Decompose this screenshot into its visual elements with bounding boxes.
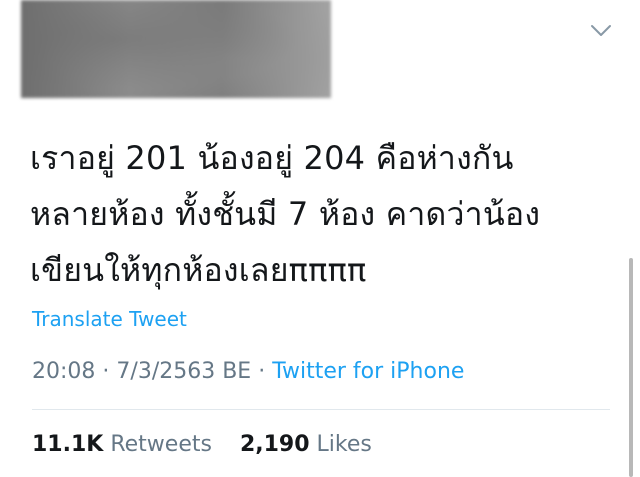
likes-count: 2,190 [239, 432, 310, 457]
tweet-text-line: หลายห้อง ทั้งชั้นมี 7 ห้อง คาดว่าน้อง [30, 195, 541, 233]
likes-label: Likes [316, 432, 372, 457]
translate-tweet-link[interactable]: Translate Tweet [32, 305, 187, 333]
tweet-metadata: 20:08 · 7/3/2563 BE · Twitter for iPhone [32, 357, 464, 387]
chevron-down-icon[interactable] [590, 22, 612, 38]
tweet-stats: 11.1K Retweets 2,190 Likes [32, 430, 372, 460]
tweet-text: เราอยู่ 201 น้องอยู่ 204 คือห่างกัน หลาย… [30, 130, 610, 298]
blurred-profile-image[interactable] [21, 0, 331, 98]
tweet-date: 7/3/2563 BE [116, 359, 252, 384]
tweet-source-link[interactable]: Twitter for iPhone [272, 359, 464, 384]
divider [32, 409, 610, 410]
retweets-stat[interactable]: 11.1K Retweets [32, 432, 219, 457]
retweets-label: Retweets [110, 432, 212, 457]
tweet-detail-view: เราอยู่ 201 น้องอยู่ 204 คือห่างกัน หลาย… [0, 0, 640, 477]
meta-separator: · [102, 359, 110, 384]
tweet-text-line: เขียนให้ทุกห้องเลยππππ [30, 251, 367, 289]
meta-separator: · [258, 359, 266, 384]
retweets-count: 11.1K [32, 432, 104, 457]
tweet-text-line: เราอยู่ 201 น้องอยู่ 204 คือห่างกัน [30, 139, 514, 177]
likes-stat[interactable]: 2,190 Likes [240, 432, 372, 457]
tweet-time: 20:08 [32, 359, 96, 384]
scrollbar[interactable] [629, 258, 633, 477]
